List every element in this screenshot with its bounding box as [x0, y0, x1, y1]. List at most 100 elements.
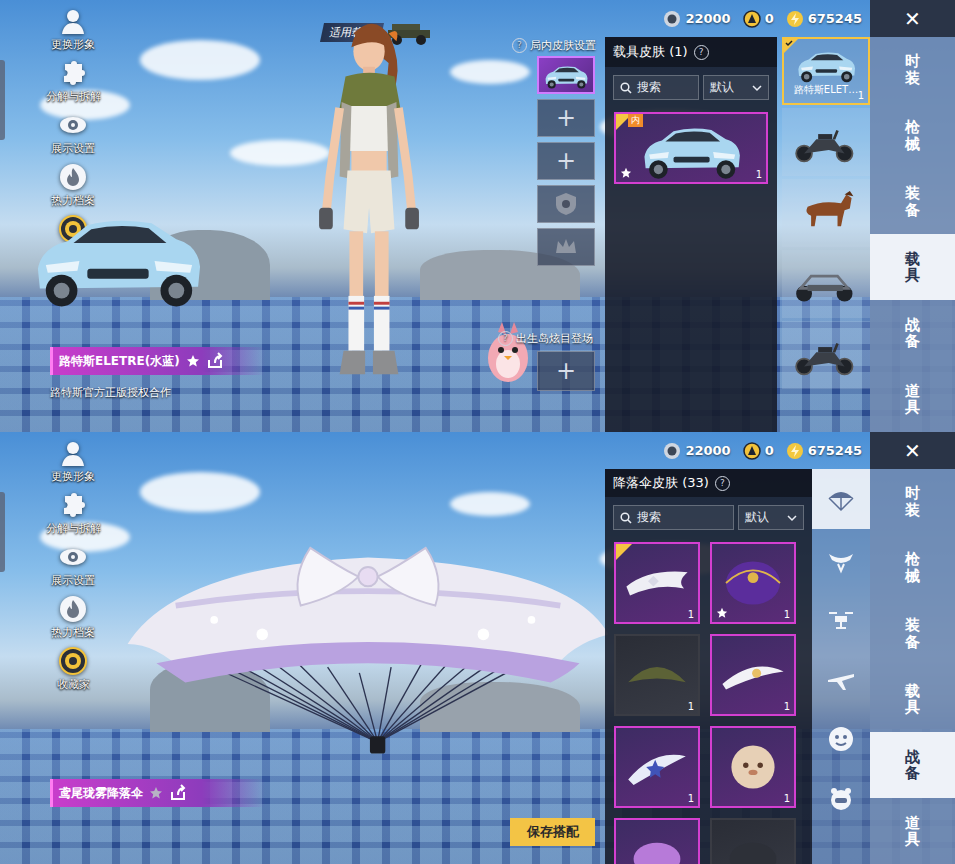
side-menu-label[interactable]: 收藏家 — [57, 677, 90, 692]
side-handle[interactable] — [0, 60, 5, 140]
tab-label[interactable]: 道具 — [905, 815, 920, 848]
save-button[interactable]: 保存搭配 — [510, 818, 595, 846]
skin-card[interactable]: 1 — [614, 634, 700, 716]
search-placeholder[interactable]: 搜索 — [637, 79, 661, 96]
vehicle-item[interactable] — [782, 321, 870, 389]
add-slot-plus[interactable]: + — [556, 147, 576, 175]
side-menu-item[interactable]: 热力档案 — [38, 594, 108, 640]
category-tab[interactable]: 装备 — [870, 169, 955, 235]
skin-card[interactable]: 1 — [614, 726, 700, 808]
tab-label[interactable]: 战备 — [905, 317, 920, 350]
parachute-model — [118, 524, 618, 764]
subcategory-item[interactable] — [812, 469, 870, 529]
add-slot-plus[interactable]: + — [556, 357, 576, 385]
search-field[interactable]: 搜索 — [613, 75, 699, 100]
category-tab[interactable]: 枪械 — [870, 103, 955, 169]
tab-label[interactable]: 战备 — [905, 749, 920, 782]
category-tab[interactable]: 装备 — [870, 601, 955, 667]
subcategory-item[interactable] — [812, 529, 870, 589]
search-placeholder[interactable]: 搜索 — [637, 509, 661, 526]
vehicle-item[interactable] — [782, 250, 870, 318]
sort-label[interactable]: 默认 — [710, 79, 734, 96]
sort-label[interactable]: 默认 — [745, 509, 769, 526]
side-menu-item[interactable]: 展示设置 — [38, 542, 108, 588]
skin-slot[interactable] — [537, 56, 595, 94]
item-count: 1 — [756, 169, 762, 180]
side-menu-item[interactable]: 更换形象 — [38, 6, 108, 52]
vehicle-item[interactable] — [782, 179, 870, 247]
add-slot-plus[interactable]: + — [556, 104, 576, 132]
category-tab[interactable]: 载具 — [870, 666, 955, 732]
subcategory-item[interactable] — [812, 649, 870, 709]
skin-card[interactable]: 1 — [710, 726, 796, 808]
skin-slot[interactable] — [537, 228, 595, 266]
tab-label[interactable]: 道具 — [905, 383, 920, 416]
tab-label[interactable]: 载具 — [905, 683, 920, 716]
help-icon[interactable]: ? — [498, 331, 513, 346]
help-icon[interactable]: ? — [715, 476, 730, 491]
side-menu-item[interactable]: 更换形象 — [38, 438, 108, 484]
side-handle[interactable] — [0, 492, 5, 572]
skin-slot[interactable] — [537, 185, 595, 223]
category-tab[interactable]: 载具 — [870, 234, 955, 300]
skin-card[interactable] — [614, 818, 700, 864]
chevron-down-icon — [752, 84, 762, 92]
side-menu-label[interactable]: 分解与拆解 — [46, 89, 101, 104]
tab-label[interactable]: 时装 — [905, 485, 920, 518]
category-tab[interactable]: 时装 — [870, 469, 955, 535]
horse-icon — [790, 188, 862, 238]
side-menu-label[interactable]: 热力档案 — [51, 625, 95, 640]
category-tab[interactable]: 时装 — [870, 37, 955, 103]
entrance-slot[interactable]: + — [537, 351, 595, 391]
side-menu-item[interactable]: 分解与拆解 — [38, 58, 108, 104]
side-menu-label[interactable]: 展示设置 — [51, 573, 95, 588]
entrance-label[interactable]: ?出生岛炫目登场 — [498, 331, 593, 346]
subcategory-item[interactable] — [812, 769, 870, 829]
side-menu-label[interactable]: 分解与拆解 — [46, 521, 101, 536]
side-menu-item[interactable]: 分解与拆解 — [38, 490, 108, 536]
skin-card[interactable]: 内1 — [614, 112, 768, 184]
share-icon — [169, 784, 187, 802]
skin-card[interactable] — [710, 818, 796, 864]
sort-dropdown[interactable]: 默认 — [703, 75, 769, 100]
side-menu-label[interactable]: 更换形象 — [51, 37, 95, 52]
tab-label[interactable]: 时装 — [905, 53, 920, 86]
skin-settings-label[interactable]: ?局内皮肤设置 — [512, 38, 596, 53]
skin-slot[interactable]: + — [537, 142, 595, 180]
help-icon[interactable]: ? — [694, 45, 709, 60]
panel-header: 降落伞皮肤 (33)? — [605, 469, 812, 497]
category-tab[interactable]: 道具 — [870, 366, 955, 432]
category-tab[interactable]: 战备 — [870, 732, 955, 798]
vehicle-item[interactable] — [782, 108, 870, 176]
close-button[interactable]: ✕ — [870, 0, 955, 37]
skin-card[interactable]: 1 — [710, 634, 796, 716]
vehicle-name[interactable]: 路特斯ELET… — [794, 83, 858, 97]
sort-dropdown[interactable]: 默认 — [738, 505, 804, 530]
search-field[interactable]: 搜索 — [613, 505, 734, 530]
skin-card[interactable]: 1 — [614, 542, 700, 624]
skin-card[interactable]: 1 — [710, 542, 796, 624]
category-tab[interactable]: 枪械 — [870, 535, 955, 601]
close-button[interactable]: ✕ — [870, 432, 955, 469]
tab-label[interactable]: 装备 — [905, 185, 920, 218]
category-tab[interactable]: 战备 — [870, 300, 955, 366]
subcategory-item[interactable] — [812, 589, 870, 649]
tab-label[interactable]: 载具 — [905, 251, 920, 284]
side-menu-item[interactable]: 展示设置 — [38, 110, 108, 156]
subcategory-item[interactable] — [812, 709, 870, 769]
side-menu-label[interactable]: 更换形象 — [51, 469, 95, 484]
help-icon[interactable]: ? — [512, 38, 527, 53]
tab-label[interactable]: 装备 — [905, 617, 920, 650]
skin-settings-title[interactable]: 局内皮肤设置 — [530, 38, 596, 53]
tab-label[interactable]: 枪械 — [905, 551, 920, 584]
skin-slot[interactable]: + — [537, 99, 595, 137]
side-menu-label[interactable]: 热力档案 — [51, 193, 95, 208]
vehicle-item[interactable]: 路特斯ELET…1 — [782, 37, 870, 105]
side-menu-item[interactable]: 热力档案 — [38, 162, 108, 208]
side-menu-item[interactable]: 收藏家 — [38, 646, 108, 692]
entrance-title[interactable]: 出生岛炫目登场 — [516, 331, 593, 346]
tab-label[interactable]: 枪械 — [905, 119, 920, 152]
side-menu-label[interactable]: 展示设置 — [51, 141, 95, 156]
star-blue-parachute-thumb — [621, 739, 693, 795]
category-tab[interactable]: 道具 — [870, 798, 955, 864]
